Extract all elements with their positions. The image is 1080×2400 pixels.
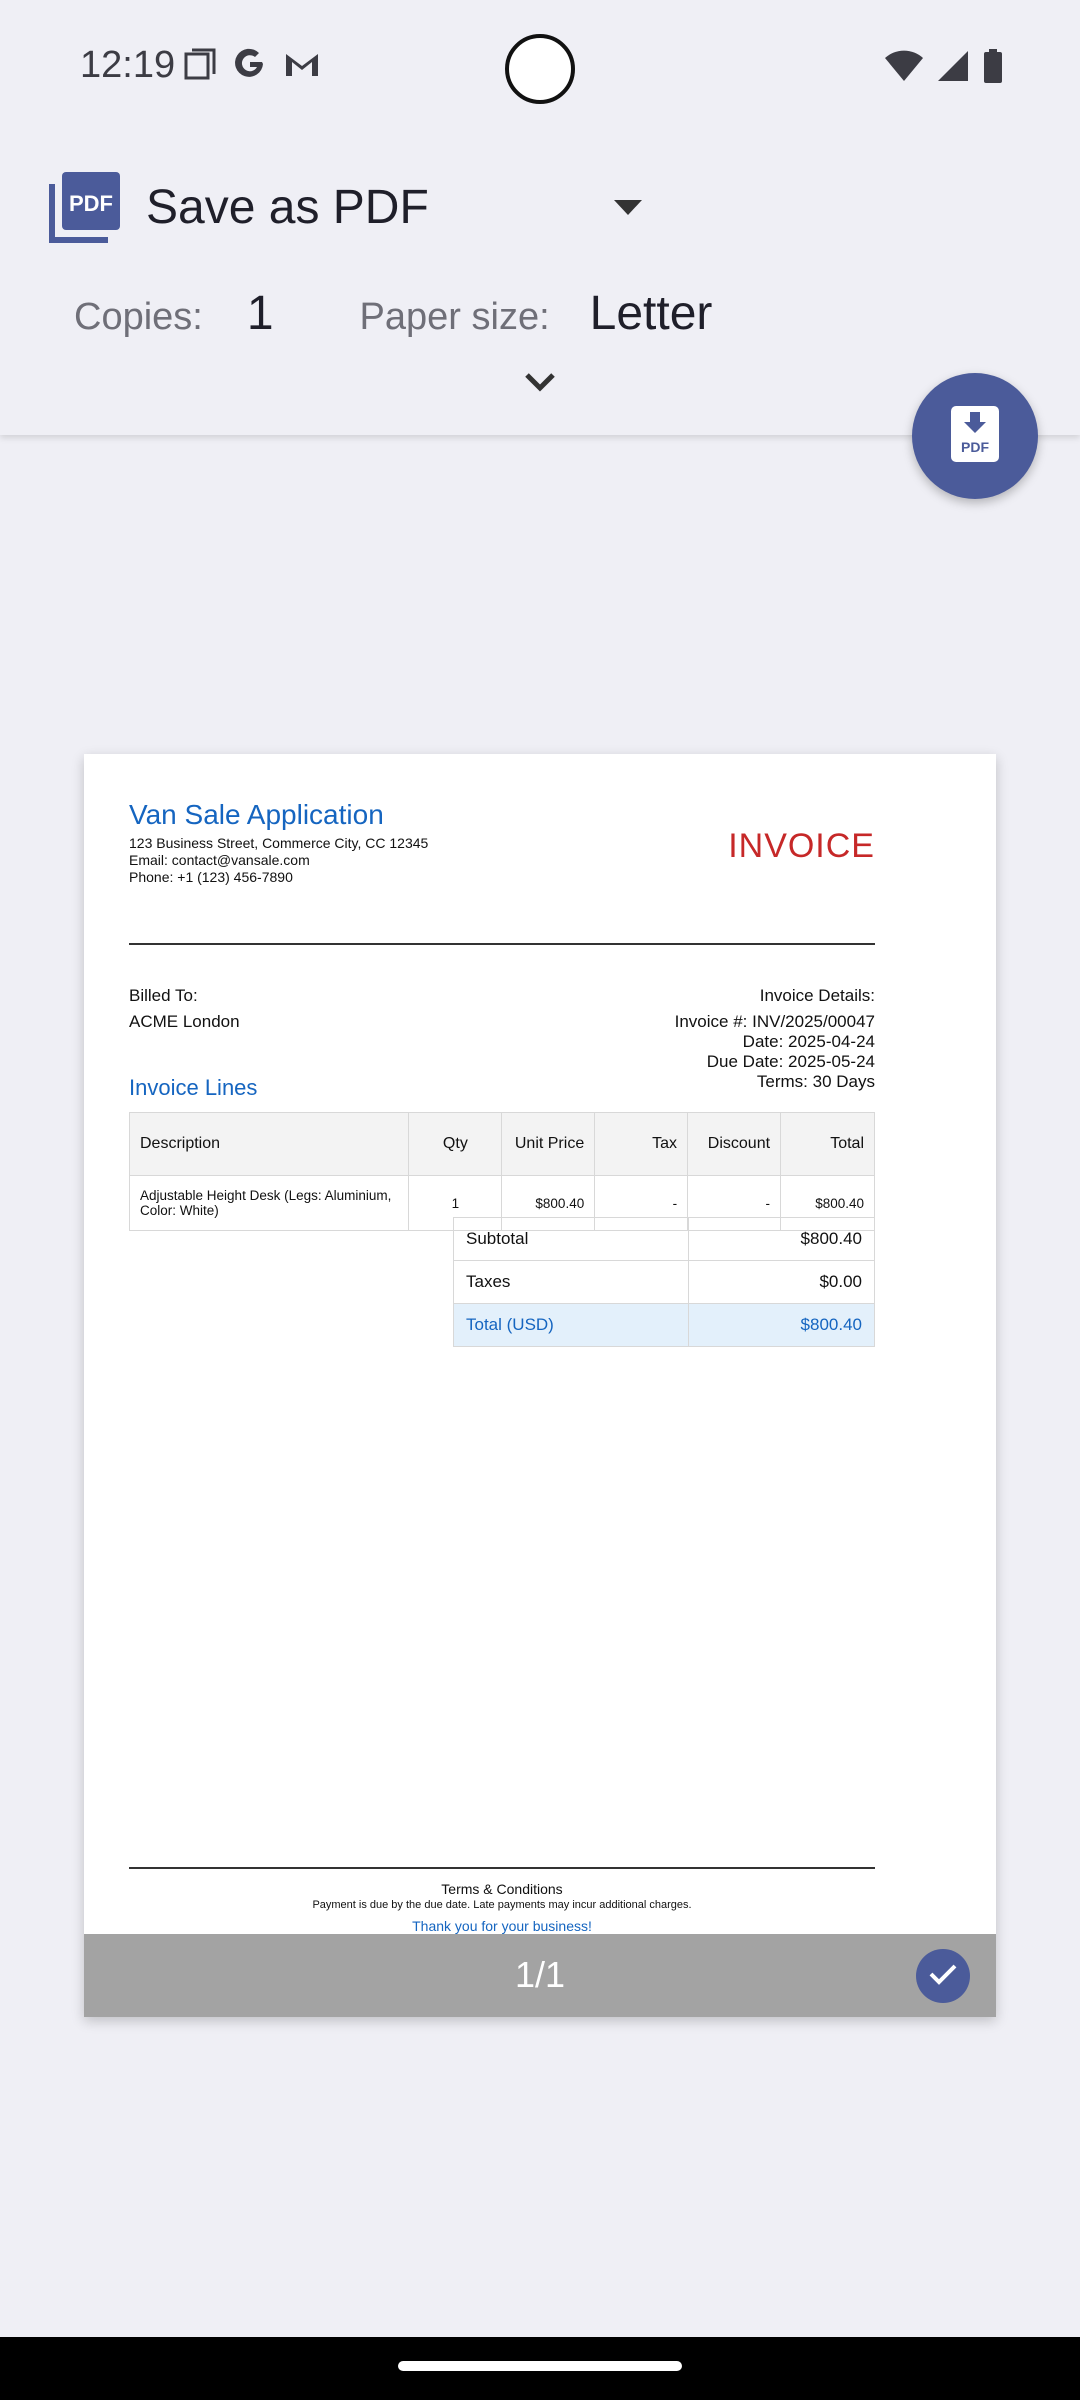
column-header: Qty (408, 1112, 503, 1176)
svg-text:PDF: PDF (69, 191, 113, 216)
navigation-bar (0, 2337, 1080, 2400)
system-icons (884, 48, 1004, 89)
invoice-number: Invoice #: INV/2025/00047 (674, 1012, 875, 1031)
column-header: Total (780, 1112, 875, 1176)
subtotal-value: $800.40 (688, 1217, 875, 1261)
pdf-icon: PDF (48, 170, 122, 244)
invoice-details: Invoice Details: Invoice #: INV/2025/000… (675, 986, 875, 1092)
total-row: Total (USD) $800.40 (453, 1303, 875, 1347)
download-pdf-button[interactable]: PDF (912, 373, 1038, 499)
column-header: Description (128, 1112, 410, 1176)
company-phone: Phone: +1 (123) 456-7890 (129, 869, 293, 885)
footer-divider (129, 1867, 875, 1869)
taxes-label: Taxes (453, 1260, 689, 1304)
svg-text:PDF: PDF (961, 439, 989, 455)
copies-value[interactable]: 1 (247, 286, 274, 341)
invoice-title: INVOICE (728, 827, 875, 865)
status-bar: 12:19 (0, 0, 1080, 135)
invoice-due-date: Due Date: 2025-05-24 (706, 1052, 875, 1071)
invoice-terms: Terms: 30 Days (756, 1072, 875, 1091)
column-header: Unit Price (501, 1112, 596, 1176)
billed-to-label: Billed To: (129, 986, 198, 1005)
google-icon (232, 46, 268, 87)
page-select-toggle[interactable] (916, 1949, 970, 2003)
thank-you-note: Thank you for your business! (412, 1918, 592, 1934)
printer-selector[interactable]: PDF Save as PDF (48, 170, 429, 244)
total-label: Total (USD) (453, 1303, 689, 1347)
copies-label: Copies: (74, 296, 203, 338)
home-gesture-handle[interactable] (398, 2361, 682, 2371)
notification-icons (182, 46, 322, 87)
status-time: 12:19 (80, 44, 176, 86)
totals-table: Subtotal $800.40 Taxes $0.00 Total (USD)… (453, 1217, 875, 1347)
subtotal-row: Subtotal $800.40 (453, 1217, 875, 1261)
line-description: Adjustable Height Desk (Legs: Aluminium,… (128, 1175, 410, 1231)
chevron-down-icon[interactable] (522, 370, 558, 399)
signal-icon (936, 49, 970, 88)
invoice-date: Date: 2025-04-24 (742, 1032, 875, 1051)
page-preview[interactable]: Van Sale Application 123 Business Street… (84, 754, 996, 2017)
gmail-icon (282, 46, 322, 87)
terms-text: Payment is due by the due date. Late pay… (312, 1899, 692, 1911)
taxes-value: $0.00 (688, 1260, 875, 1304)
copy-icon (182, 46, 218, 87)
invoice-document: Van Sale Application 123 Business Street… (128, 799, 875, 1934)
billed-to-name: ACME London (129, 1012, 240, 1031)
paper-size-label: Paper size: (359, 296, 550, 338)
page-indicator-bar: 1/1 (84, 1934, 996, 2017)
total-value: $800.40 (688, 1303, 875, 1347)
battery-icon (982, 48, 1004, 89)
pdf-download-icon: PDF (951, 405, 999, 467)
header-divider (129, 943, 875, 945)
terms-heading: Terms & Conditions (441, 1881, 563, 1897)
table-header-row: Description Qty Unit Price Tax Discount … (128, 1112, 875, 1176)
paper-size-value[interactable]: Letter (590, 286, 713, 341)
wifi-icon (884, 49, 924, 88)
dropdown-arrow-icon[interactable] (614, 200, 642, 215)
print-options-header: 12:19 PDF Save as PDF Copies: 1 Paper si… (0, 0, 1080, 435)
printer-name: Save as PDF (146, 180, 429, 234)
taxes-row: Taxes $0.00 (453, 1260, 875, 1304)
invoice-lines-table: Description Qty Unit Price Tax Discount … (128, 1112, 875, 1231)
print-options-summary: Copies: 1 Paper size: Letter (74, 286, 712, 341)
invoice-details-label: Invoice Details: (759, 986, 875, 1005)
column-header: Discount (687, 1112, 782, 1176)
check-icon (928, 1962, 958, 1991)
page-indicator: 1/1 (514, 1954, 566, 1995)
camera-cutout (505, 34, 575, 104)
invoice-lines-title: Invoice Lines (129, 1075, 258, 1100)
column-header: Tax (594, 1112, 689, 1176)
subtotal-label: Subtotal (453, 1217, 689, 1261)
